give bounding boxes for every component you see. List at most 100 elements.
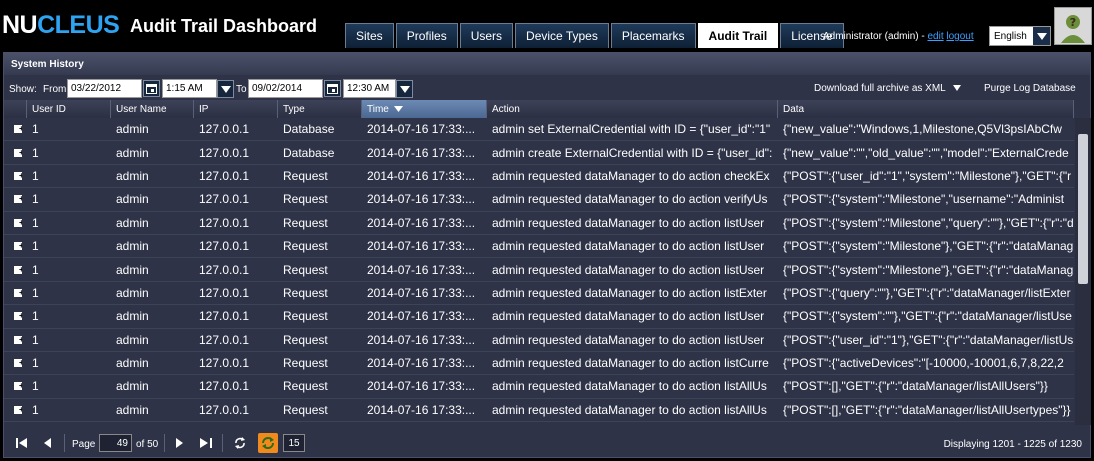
scrollbar-thumb[interactable] <box>1078 134 1088 284</box>
cell-ip: 127.0.0.1 <box>199 122 250 137</box>
expand-row-icon[interactable]: + <box>14 359 22 368</box>
cell-type: Request <box>283 168 328 183</box>
expand-row-icon[interactable]: + <box>14 288 22 297</box>
table-row[interactable]: +1 admin 127.0.0.1 Request 2014-07-16 17:33:… <box>4 305 1074 329</box>
logout-link[interactable]: logout <box>946 31 973 42</box>
expand-row-icon[interactable]: + <box>14 171 22 180</box>
from-time-input[interactable]: 1:15 AM <box>162 79 217 98</box>
tab-sites[interactable]: Sites <box>345 23 394 48</box>
expand-cell: + <box>4 171 27 180</box>
next-page-icon[interactable] <box>172 435 188 451</box>
column-header-time[interactable]: Time <box>362 100 487 118</box>
grid-body: +1 admin 127.0.0.1 Database 2014-07-16 17:33… <box>4 118 1074 423</box>
purge-log-button[interactable]: Purge Log Database <box>984 83 1076 94</box>
table-row[interactable]: +1 admin 127.0.0.1 Database 2014-07-16 17:33… <box>4 118 1074 142</box>
cell-user-id: 1 <box>32 309 39 324</box>
expand-row-icon[interactable]: + <box>14 382 22 391</box>
cell-data: {"POST":{"user_id":"1"},"GET":{"r":"data… <box>783 332 1074 347</box>
tab-audit-trail[interactable]: Audit Trail <box>697 23 779 48</box>
column-header-action[interactable]: Action <box>487 100 778 118</box>
column-header-type[interactable]: Type <box>278 100 362 118</box>
expand-row-icon[interactable]: + <box>14 218 22 227</box>
cell-user-name: admin <box>116 122 149 137</box>
cell-ip: 127.0.0.1 <box>199 356 250 371</box>
column-header-user-id[interactable]: User ID <box>27 100 111 118</box>
cell-action: admin requested dataManager to do action… <box>492 239 765 254</box>
first-page-icon[interactable] <box>14 435 30 451</box>
tab-profiles[interactable]: Profiles <box>395 23 458 48</box>
column-header-user-name[interactable]: User Name <box>111 100 194 118</box>
cell-type: Request <box>283 356 328 371</box>
cell-ip: 127.0.0.1 <box>199 402 250 417</box>
expand-cell: + <box>4 288 27 297</box>
expand-row-icon[interactable]: + <box>14 312 22 321</box>
table-row[interactable]: +1 admin 127.0.0.1 Request 2014-07-16 17:33:… <box>4 258 1074 282</box>
cell-data: {"POST":{"system":"Milestone"},"GET":{"r… <box>783 262 1074 277</box>
table-row[interactable]: +1 admin 127.0.0.1 Request 2014-07-16 17:33:… <box>4 329 1074 352</box>
cell-action: admin requested dataManager to do action… <box>492 215 765 230</box>
expand-row-icon[interactable]: + <box>14 335 22 344</box>
table-row[interactable]: +1 admin 127.0.0.1 Request 2014-07-16 17:33:… <box>4 235 1074 259</box>
table-row[interactable]: +1 admin 127.0.0.1 Database 2014-07-16 17:33… <box>4 141 1074 165</box>
cell-action: admin requested dataManager to do action… <box>492 402 767 417</box>
cell-ip: 127.0.0.1 <box>199 285 250 300</box>
column-header-ip[interactable]: IP <box>194 100 278 118</box>
chevron-down-icon[interactable] <box>217 80 234 98</box>
grid-header: User ID User Name IP Type Time Action Data <box>4 100 1074 118</box>
tab-users[interactable]: Users <box>459 23 514 48</box>
column-label: Data <box>783 104 805 115</box>
refresh-icon[interactable] <box>232 435 248 451</box>
table-row[interactable]: +1 admin 127.0.0.1 Request 2014-07-16 17:33:… <box>4 352 1074 376</box>
edit-link[interactable]: edit <box>927 31 943 42</box>
tab-device-types[interactable]: Device Types <box>515 23 609 48</box>
calendar-icon[interactable] <box>143 80 160 97</box>
expand-row-icon[interactable]: + <box>14 265 22 274</box>
column-header-expand[interactable] <box>4 100 27 118</box>
last-page-icon[interactable] <box>198 435 214 451</box>
cell-user-id: 1 <box>32 332 39 347</box>
language-select[interactable]: English <box>989 26 1051 46</box>
column-header-data[interactable]: Data <box>778 100 1074 118</box>
table-row[interactable]: +1 admin 127.0.0.1 Request 2014-07-16 17:33:… <box>4 165 1074 189</box>
to-date-input[interactable]: 09/02/2014 <box>248 79 323 98</box>
expand-row-icon[interactable]: + <box>14 125 22 134</box>
page-size-input[interactable]: 15 <box>283 434 305 452</box>
download-archive-button[interactable]: Download full archive as XML <box>814 83 962 94</box>
table-row[interactable]: +1 admin 127.0.0.1 Request 2014-07-16 17:33:… <box>4 375 1074 399</box>
table-row[interactable]: +1 admin 127.0.0.1 Request 2014-07-16 17:33:… <box>4 212 1074 235</box>
expand-cell: + <box>4 125 27 134</box>
page-number-input[interactable]: 49 <box>99 434 132 452</box>
expand-cell: + <box>4 265 27 274</box>
cell-data: {"POST":{"system":"Milestone","query":""… <box>783 215 1074 230</box>
column-label: User ID <box>32 104 66 115</box>
cell-type: Request <box>283 215 328 230</box>
table-row[interactable]: +1 admin 127.0.0.1 Request 2014-07-16 17:33:… <box>4 188 1074 212</box>
divider <box>64 434 65 452</box>
cell-time: 2014-07-16 17:33:... <box>367 122 476 137</box>
to-time-input[interactable]: 12:30 AM <box>343 79 396 98</box>
cell-ip: 127.0.0.1 <box>199 192 250 207</box>
expand-cell: + <box>4 405 27 414</box>
chevron-down-icon <box>953 85 962 92</box>
cell-user-name: admin <box>116 356 149 371</box>
page-count: of 50 <box>136 439 159 450</box>
expand-row-icon[interactable]: + <box>14 148 22 157</box>
calendar-icon[interactable] <box>324 80 341 97</box>
divider <box>164 434 165 452</box>
tab-placemarks[interactable]: Placemarks <box>610 23 696 48</box>
table-row[interactable]: +1 admin 127.0.0.1 Request 2014-07-16 17:33:… <box>4 399 1074 423</box>
cell-data: {"POST":[],"GET":{"r":"dataManager/listA… <box>783 379 1048 394</box>
cell-time: 2014-07-16 17:33:... <box>367 285 476 300</box>
auto-refresh-icon[interactable] <box>258 433 278 453</box>
chevron-down-icon[interactable] <box>1033 27 1050 45</box>
user-question-icon[interactable]: ? <box>1054 7 1092 45</box>
expand-row-icon[interactable]: + <box>14 405 22 414</box>
expand-row-icon[interactable]: + <box>14 195 22 204</box>
prev-page-icon[interactable] <box>40 435 56 451</box>
chevron-down-icon[interactable] <box>396 80 413 98</box>
table-row[interactable]: +1 admin 127.0.0.1 Request 2014-07-16 17:33:… <box>4 282 1074 306</box>
expand-row-icon[interactable]: + <box>14 242 22 251</box>
vertical-scrollbar[interactable] <box>1075 118 1091 425</box>
from-date-input[interactable]: 03/22/2012 <box>67 79 142 98</box>
cell-user-id: 1 <box>32 168 39 183</box>
